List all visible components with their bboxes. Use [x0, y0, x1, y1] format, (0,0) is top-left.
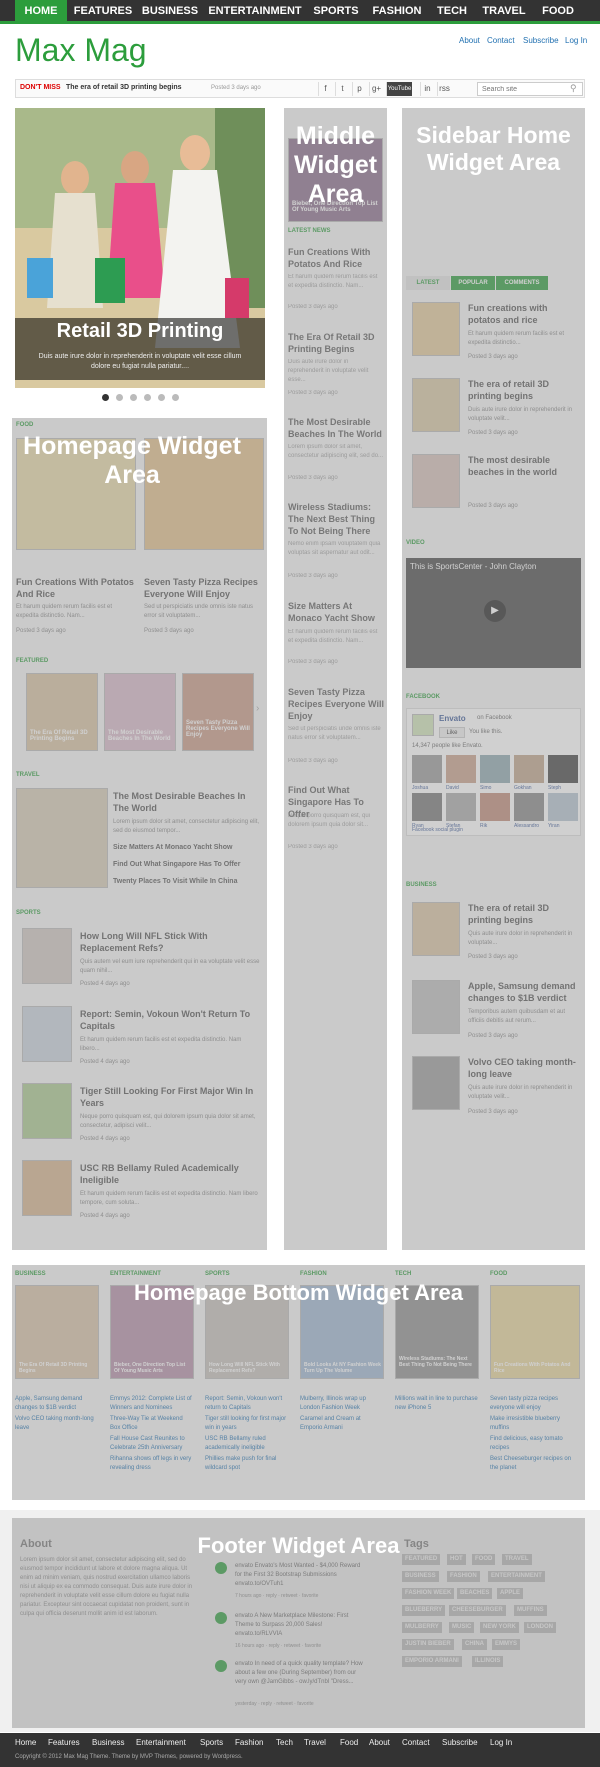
footer-bar: Home Features Business Entertainment Spo…	[0, 1733, 600, 1767]
footer-link-subscribe[interactable]: Subscribe	[442, 1738, 478, 1747]
footer-link-contact[interactable]: Contact	[402, 1738, 430, 1747]
middle-item-time: Posted 3 days ago	[288, 390, 338, 396]
copyright: Copyright © 2012 Max Mag Theme. Theme by…	[15, 1754, 243, 1760]
slider-title[interactable]: Retail 3D Printing	[15, 320, 265, 343]
nav-travel[interactable]: TRAVEL	[478, 0, 530, 22]
sidebar-widget-area-overlay	[402, 108, 585, 1250]
slider-dot[interactable]	[158, 394, 165, 401]
slider-dot[interactable]	[130, 394, 137, 401]
middle-widget-area-label: Middle Widget Area	[293, 122, 378, 208]
middle-item-excerpt: Et harum quidem rerum facilis est et exp…	[288, 274, 378, 289]
footer-link-tech[interactable]: Tech	[276, 1738, 293, 1747]
pinterest-icon[interactable]: p	[352, 82, 366, 96]
middle-item-time: Posted 3 days ago	[288, 573, 338, 579]
nav-business[interactable]: BUSINESS	[139, 0, 201, 22]
nav-tech[interactable]: TECH	[432, 0, 472, 22]
slider-dot[interactable]	[172, 394, 179, 401]
footer-link-home[interactable]: Home	[15, 1738, 36, 1747]
middle-item-time: Posted 3 days ago	[288, 758, 338, 764]
middle-item-excerpt: Nemo enim ipsam voluptatem quia voluptas…	[288, 541, 381, 556]
footer-link-travel[interactable]: Travel	[304, 1738, 326, 1747]
footer-link-about[interactable]: About	[369, 1738, 390, 1747]
homepage-widget-area-overlay	[12, 418, 267, 1250]
middle-item-title[interactable]: The Most Desirable Beaches In The World	[288, 416, 384, 440]
middle-item-time: Posted 3 days ago	[288, 475, 338, 481]
page: HOME FEATURES BUSINESS ENTERTAINMENT SPO…	[0, 0, 600, 1767]
slider-dot[interactable]	[116, 394, 123, 401]
footer-link-food[interactable]: Food	[340, 1738, 358, 1747]
search-input[interactable]	[477, 82, 583, 96]
featured-slider[interactable]: Retail 3D Printing Duis aute irure dolor…	[15, 108, 265, 388]
nav-entertainment[interactable]: ENTERTAINMENT	[206, 0, 304, 22]
middle-item-excerpt: Lorem ipsum dolor sit amet, consectetur …	[288, 444, 384, 459]
footer-link-features[interactable]: Features	[48, 1738, 80, 1747]
middle-item-excerpt: Duis aute irure dolor in reprehenderit i…	[288, 359, 369, 383]
middle-item-time: Posted 3 days ago	[288, 844, 338, 850]
footer-link-sports[interactable]: Sports	[200, 1738, 223, 1747]
middle-item-time: Posted 3 days ago	[288, 304, 338, 310]
nav-features[interactable]: FEATURES	[72, 0, 134, 22]
google-plus-icon[interactable]: g+	[369, 82, 383, 96]
middle-item-title[interactable]: Wireless Stadiums: The Next Best Thing T…	[288, 501, 384, 537]
toplink-contact[interactable]: Contact	[487, 36, 515, 45]
nav-sports[interactable]: SPORTS	[310, 0, 362, 22]
site-logo[interactable]: Max Mag	[15, 32, 147, 69]
middle-item-excerpt: Neque porro quisquam est, qui dolorem ip…	[288, 813, 371, 828]
toplink-login[interactable]: Log In	[565, 36, 587, 45]
footer-widget-area-label: Footer Widget Area	[197, 1533, 400, 1558]
facebook-icon[interactable]: f	[318, 82, 332, 96]
middle-item-title[interactable]: Seven Tasty Pizza Recipes Everyone Will …	[288, 686, 384, 722]
middle-item-title[interactable]: The Era Of Retail 3D Printing Begins	[288, 331, 384, 355]
linkedin-icon[interactable]: in	[420, 82, 434, 96]
slider-text: Duis aute irure dolor in reprehenderit i…	[38, 353, 242, 370]
toplink-about[interactable]: About	[459, 36, 480, 45]
slider-dot[interactable]	[144, 394, 151, 401]
footer-link-business[interactable]: Business	[92, 1738, 124, 1747]
ticker-label: DON'T MISS	[20, 84, 61, 91]
nav-food[interactable]: FOOD	[536, 0, 580, 22]
ticker-time: Posted 3 days ago	[211, 85, 261, 91]
middle-item-time: Posted 3 days ago	[288, 659, 338, 665]
middle-item-title[interactable]: Size Matters At Monaco Yacht Show	[288, 600, 384, 624]
main-navigation: HOME FEATURES BUSINESS ENTERTAINMENT SPO…	[0, 0, 600, 24]
youtube-icon[interactable]: YouTube	[386, 82, 412, 96]
news-ticker: DON'T MISS The era of retail 3D printing…	[15, 79, 585, 98]
nav-home[interactable]: HOME	[15, 0, 67, 22]
middle-item-title[interactable]: Fun Creations With Potatos And Rice	[288, 246, 384, 270]
nav-fashion[interactable]: FASHION	[368, 0, 426, 22]
footer-link-entertainment[interactable]: Entertainment	[136, 1738, 186, 1747]
ticker-title[interactable]: The era of retail 3D printing begins	[66, 84, 182, 91]
footer-link-login[interactable]: Log In	[490, 1738, 512, 1747]
search-icon[interactable]: ⚲	[570, 83, 577, 94]
middle-item-excerpt: Et harum quidem rerum facilis est et exp…	[288, 629, 378, 644]
sidebar-widget-area-label: Sidebar Home Widget Area	[416, 122, 571, 175]
twitter-icon[interactable]: t	[335, 82, 349, 96]
rss-icon[interactable]: rss	[437, 82, 451, 96]
toplink-subscribe[interactable]: Subscribe	[523, 36, 559, 45]
homepage-widget-area-label: Homepage Widget Area	[23, 432, 241, 489]
middle-item-excerpt: Sed ut perspiciatis unde omnis iste natu…	[288, 726, 381, 741]
footer-link-fashion[interactable]: Fashion	[235, 1738, 263, 1747]
bottom-widget-area-label: Homepage Bottom Widget Area	[133, 1280, 463, 1305]
slider-dot[interactable]	[102, 394, 109, 401]
